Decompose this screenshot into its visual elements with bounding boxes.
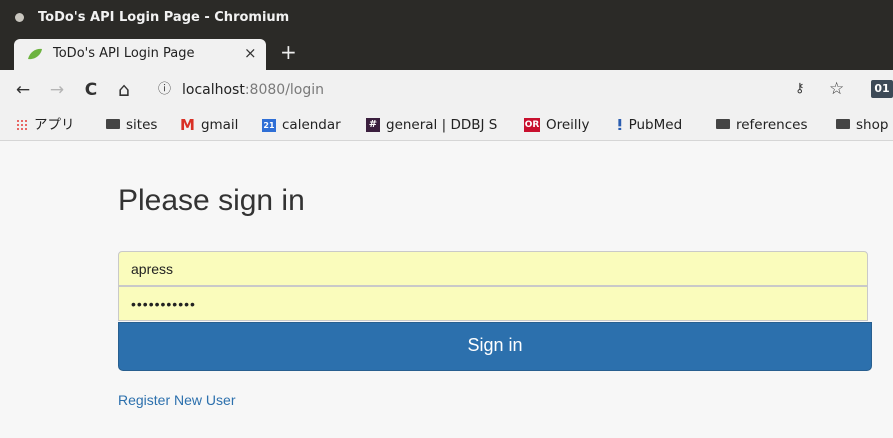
folder-icon <box>836 119 850 129</box>
bookmark-label: sites <box>126 117 158 133</box>
new-tab-button[interactable]: + <box>280 42 297 62</box>
back-arrow-icon[interactable]: ← <box>12 79 34 101</box>
bookmark-oreilly[interactable]: OR Oreilly <box>524 116 589 134</box>
window-menu-icon[interactable] <box>15 13 24 22</box>
bookmark-label: アプリ <box>34 117 75 133</box>
url-host: localhost <box>182 82 245 98</box>
window-title: ToDo's API Login Page - Chromium <box>38 10 290 25</box>
bookmark-star-icon[interactable]: ☆ <box>829 79 844 99</box>
bookmark-label: Oreilly <box>546 117 590 133</box>
window-titlebar: ToDo's API Login Page - Chromium <box>0 0 893 35</box>
tab-strip: ToDo's API Login Page × + <box>0 35 893 70</box>
slack-icon: # <box>366 118 380 132</box>
bookmark-label: references <box>736 117 808 133</box>
bookmark-calendar[interactable]: 21 calendar <box>262 116 341 134</box>
gmail-icon: M <box>180 116 195 134</box>
url-text: localhost:8080/login <box>182 76 324 104</box>
password-field[interactable] <box>118 286 868 321</box>
bookmark-label: shop <box>856 117 889 133</box>
close-tab-icon[interactable]: × <box>244 44 257 62</box>
apps-grid-icon <box>16 119 28 131</box>
folder-icon <box>716 119 730 129</box>
address-bar[interactable]: ⓘ localhost:8080/login <box>150 76 850 104</box>
pubmed-icon: ⵑ <box>617 116 623 134</box>
folder-icon <box>106 119 120 129</box>
extension-icon[interactable]: 01 <box>871 80 893 98</box>
site-info-icon[interactable]: ⓘ <box>158 76 171 104</box>
login-page: Please sign in Sign in Register New User <box>0 141 893 438</box>
url-path: :8080/login <box>244 82 325 98</box>
username-field[interactable] <box>118 251 868 286</box>
forward-arrow-icon[interactable]: → <box>46 79 68 101</box>
bookmark-label: general | DDBJ S <box>386 117 498 133</box>
browser-toolbar: ← → C ⌂ ⓘ localhost:8080/login ⚷ ☆ 01 <box>0 70 893 110</box>
spring-leaf-icon <box>28 48 42 60</box>
home-icon[interactable]: ⌂ <box>113 79 135 101</box>
key-icon[interactable]: ⚷ <box>795 81 805 96</box>
bookmark-label: PubMed <box>628 117 683 133</box>
bookmarks-bar: アプリ sites Mgmail 21 calendar # general | D… <box>0 110 893 141</box>
bookmark-gmail[interactable]: Mgmail <box>180 116 238 134</box>
bookmark-references[interactable]: references <box>716 116 808 134</box>
page-title: Please sign in <box>118 184 305 217</box>
bookmark-label: calendar <box>282 117 341 133</box>
bookmark-shop[interactable]: shop <box>836 116 888 134</box>
bookmark-apps[interactable]: アプリ <box>16 116 75 134</box>
tab-login-page[interactable]: ToDo's API Login Page × <box>14 39 266 70</box>
bookmark-general-ddbj[interactable]: # general | DDBJ S <box>366 116 497 134</box>
oreilly-icon: OR <box>524 118 540 132</box>
calendar-icon: 21 <box>262 118 276 132</box>
bookmark-sites[interactable]: sites <box>106 116 157 134</box>
tab-title: ToDo's API Login Page <box>53 46 195 61</box>
bookmark-label: gmail <box>200 117 239 133</box>
bookmark-pubmed[interactable]: ⵑ PubMed <box>617 116 682 134</box>
sign-in-button[interactable]: Sign in <box>118 322 872 371</box>
reload-icon[interactable]: C <box>80 79 102 101</box>
register-new-user-link[interactable]: Register New User <box>118 392 235 408</box>
